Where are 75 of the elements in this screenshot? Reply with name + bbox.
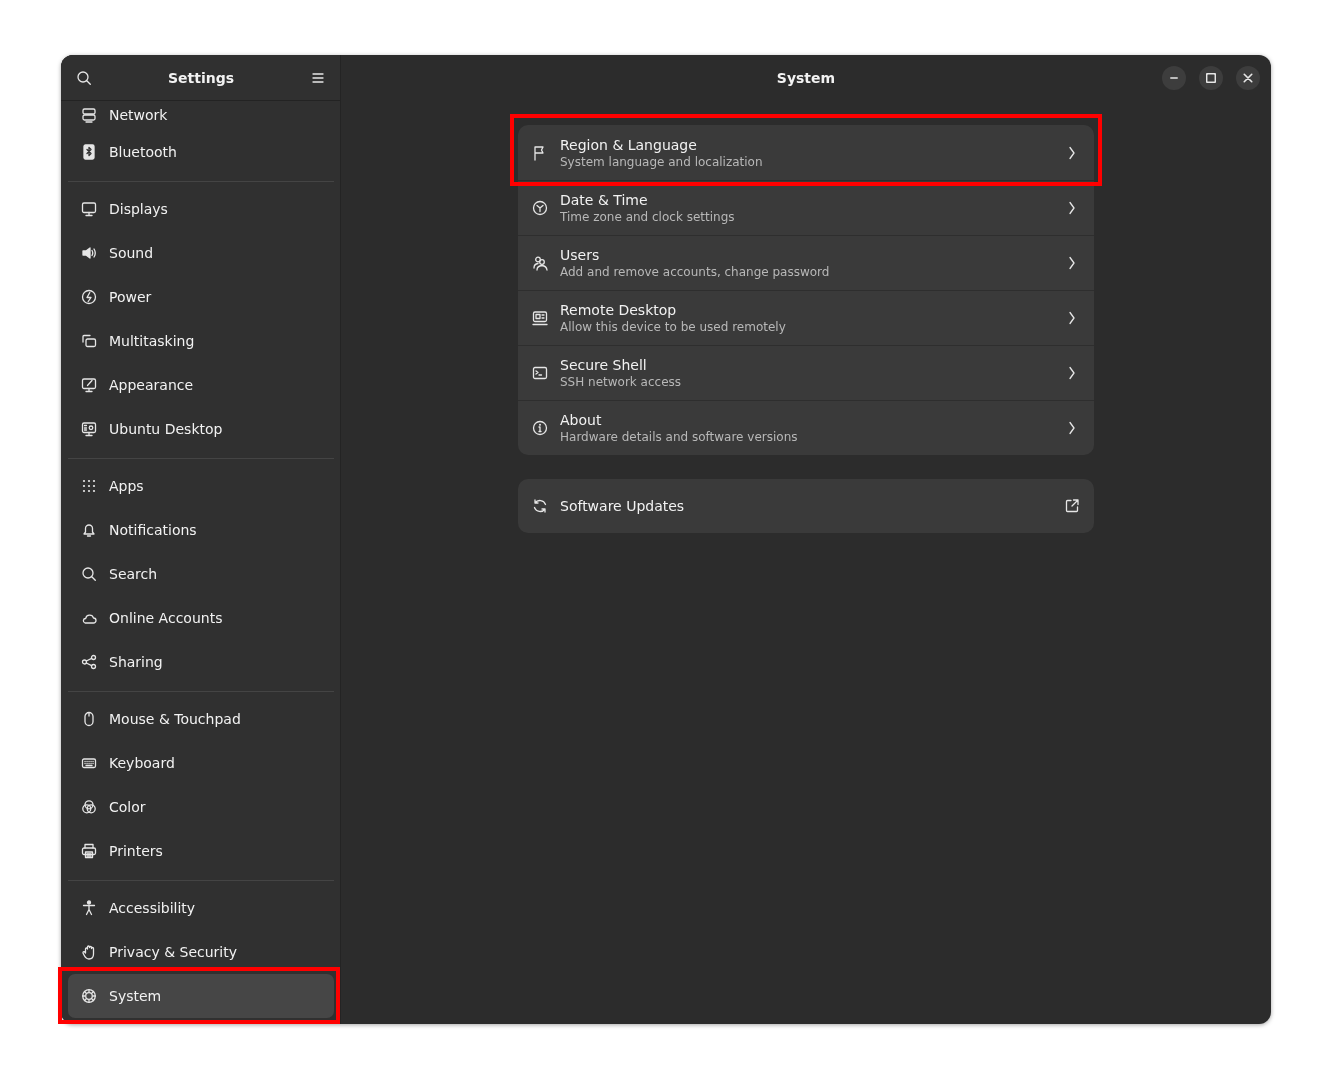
close-button[interactable] xyxy=(1236,66,1260,90)
sidebar-item[interactable]: Sharing xyxy=(68,640,334,684)
sidebar-item[interactable]: Search xyxy=(68,552,334,596)
sidebar-item[interactable]: Keyboard xyxy=(68,741,334,785)
row-title: Users xyxy=(560,247,601,263)
settings-row[interactable]: About Hardware details and software versions xyxy=(518,400,1094,455)
hand-icon xyxy=(81,944,97,960)
sidebar-item[interactable]: Online Accounts xyxy=(68,596,334,640)
row-title: Region & Language xyxy=(560,136,698,153)
sidebar-item[interactable]: Bluetooth xyxy=(68,130,334,174)
row-title: Software Updates xyxy=(560,498,686,514)
sidebar-item[interactable]: Sound xyxy=(68,231,334,275)
lightning-icon xyxy=(81,289,97,305)
sidebar-item[interactable]: Appearance xyxy=(68,363,334,407)
users-icon xyxy=(532,255,548,271)
row-subtitle: SSH network access xyxy=(560,375,683,389)
sidebar-item[interactable]: Ubuntu Desktop xyxy=(68,407,334,451)
settings-row[interactable]: Date & Time Time zone and clock settings xyxy=(518,180,1094,235)
bluetooth-icon xyxy=(81,144,97,160)
sidebar-item[interactable]: Privacy & Security xyxy=(68,930,334,974)
sidebar-item[interactable]: Printers xyxy=(68,829,334,873)
row-subtitle: Hardware details and software versions xyxy=(560,430,799,444)
external-link-icon xyxy=(1064,498,1080,514)
sidebar-item[interactable]: System xyxy=(68,974,334,1018)
sidebar-item[interactable]: Notifications xyxy=(68,508,334,552)
settings-row[interactable]: Users Add and remove accounts, change password xyxy=(518,235,1094,290)
settings-row[interactable]: Remote Desktop Allow this device to be used remotely xyxy=(518,290,1094,345)
share-icon xyxy=(81,654,97,670)
search-icon[interactable] xyxy=(76,69,92,86)
row-title: Secure Shell xyxy=(560,357,648,373)
refresh-icon xyxy=(532,498,548,514)
row-subtitle: Add and remove accounts, change password xyxy=(560,265,831,279)
info-icon xyxy=(532,420,548,436)
clock-icon xyxy=(532,200,548,216)
speaker-icon xyxy=(81,245,97,261)
monitor-icon xyxy=(81,201,97,217)
remote-desktop-icon xyxy=(532,310,548,326)
row-title: About xyxy=(560,412,603,428)
minimize-button[interactable] xyxy=(1162,66,1186,90)
sidebar-item[interactable]: Power xyxy=(68,275,334,319)
settings-row[interactable]: Region & Language System language and localization xyxy=(518,125,1094,180)
sidebar-item[interactable]: Accessibility xyxy=(68,886,334,930)
maximize-button[interactable] xyxy=(1199,66,1223,90)
minimize-icon xyxy=(1170,77,1178,79)
printer-icon xyxy=(81,843,97,859)
page-title: System xyxy=(776,70,836,86)
sidebar-title: Settings xyxy=(167,69,235,86)
person-icon xyxy=(81,900,97,916)
gear-icon xyxy=(81,988,97,1004)
sidebar-item[interactable]: Displays xyxy=(68,187,334,231)
row-subtitle: Allow this device to be used remotely xyxy=(560,320,787,334)
bell-icon xyxy=(81,522,97,538)
keyboard-icon xyxy=(81,755,97,771)
row-subtitle: Time zone and clock settings xyxy=(560,210,736,224)
row-subtitle: System language and localization xyxy=(560,154,764,169)
row-title: Remote Desktop xyxy=(560,302,678,318)
windows-icon xyxy=(81,333,97,349)
maximize-icon xyxy=(1206,73,1216,83)
sidebar-item[interactable]: Color xyxy=(68,785,334,829)
desktop-icon xyxy=(81,421,97,437)
close-icon xyxy=(1243,73,1253,83)
sidebar-item[interactable]: Mouse & Touchpad xyxy=(68,697,334,741)
color-circles-icon xyxy=(81,799,97,815)
grid-icon xyxy=(81,478,97,494)
network-icon xyxy=(81,107,97,123)
settings-row[interactable]: Software Updates xyxy=(518,479,1094,533)
row-title: Date & Time xyxy=(560,192,649,208)
sidebar-item[interactable]: Multitasking xyxy=(68,319,334,363)
settings-row[interactable]: Secure Shell SSH network access xyxy=(518,345,1094,400)
sidebar-item[interactable]: Network xyxy=(68,101,334,130)
search-icon xyxy=(81,566,97,582)
brush-monitor-icon xyxy=(81,377,97,393)
mouse-icon xyxy=(81,711,97,727)
sidebar-item[interactable]: Apps xyxy=(68,464,334,508)
terminal-icon xyxy=(532,365,548,381)
